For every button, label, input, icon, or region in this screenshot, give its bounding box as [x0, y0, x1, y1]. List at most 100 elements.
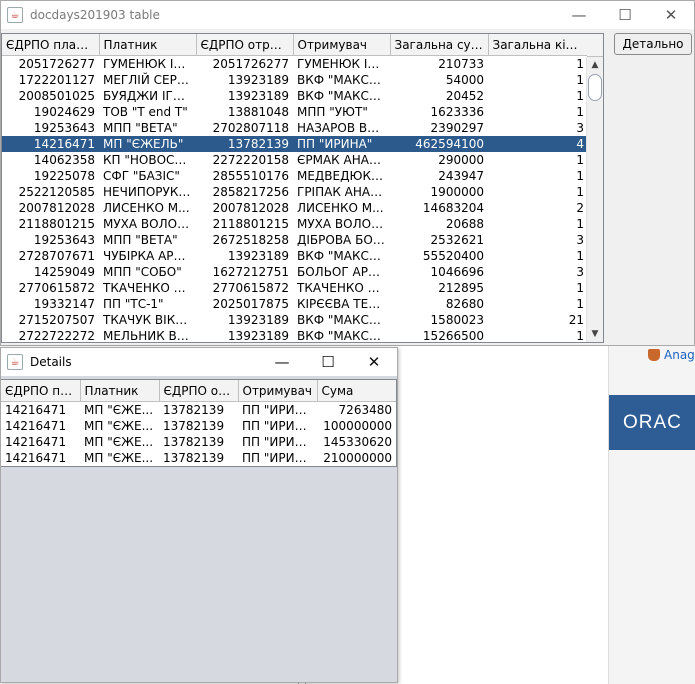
- table-cell[interactable]: 14216471: [1, 450, 80, 466]
- table-cell[interactable]: 55520400: [390, 248, 488, 264]
- table-cell[interactable]: МП "ЄЖЕ...: [80, 434, 159, 450]
- table-cell[interactable]: 3: [488, 264, 588, 280]
- table-row[interactable]: 19225078 СФГ "БАЗІС" 2855510176 МЕДВЕДЮК А.…: [2, 168, 588, 184]
- table-cell[interactable]: МПП "СОБО": [99, 264, 196, 280]
- table-cell[interactable]: 14216471: [1, 418, 80, 434]
- table-cell[interactable]: 1: [488, 56, 588, 73]
- table-cell[interactable]: 14683204: [390, 200, 488, 216]
- table-cell[interactable]: ПП "ИРИН...: [238, 434, 317, 450]
- table-cell[interactable]: 2855510176: [196, 168, 293, 184]
- main-vertical-scrollbar[interactable]: ▲ ▼: [586, 57, 603, 342]
- table-row[interactable]: 14216471 МП "ЄЖЕЛЬ" 13782139 ПП "ИРИНА" 4625…: [2, 136, 588, 152]
- table-cell[interactable]: 2532621: [390, 232, 488, 248]
- column-header[interactable]: Платник: [99, 34, 197, 56]
- table-cell[interactable]: 1580023: [390, 312, 488, 328]
- table-row[interactable]: 2715207507 ТКАЧУК ВІКТ... 13923189 ВКФ "МАК…: [2, 312, 588, 328]
- table-cell[interactable]: ВКФ "МАКС" М...: [293, 88, 390, 104]
- table-cell[interactable]: НЕЧИПОРУК ...: [99, 184, 196, 200]
- table-row[interactable]: 2770615872 ТКАЧЕНКО К... 2770615872 ТКАЧЕНК…: [2, 280, 588, 296]
- table-cell[interactable]: ЄРМАК АНАТ...: [293, 152, 390, 168]
- table-cell[interactable]: ТКАЧУК ВІКТ...: [99, 312, 196, 328]
- table-cell[interactable]: 1: [488, 328, 588, 342]
- table-row[interactable]: 14216471 МП "ЄЖЕ... 13782139 ПП "ИРИН... 210…: [1, 450, 396, 466]
- table-cell[interactable]: 2051726277: [2, 56, 99, 73]
- table-cell[interactable]: МПП "ВЕТА": [99, 120, 196, 136]
- table-cell[interactable]: НАЗАРОВ ВА...: [293, 120, 390, 136]
- table-cell[interactable]: 20688: [390, 216, 488, 232]
- table-cell[interactable]: 1623336: [390, 104, 488, 120]
- table-cell[interactable]: 2770615872: [2, 280, 99, 296]
- table-cell[interactable]: ТКАЧЕНКО К...: [99, 280, 196, 296]
- table-cell[interactable]: 1: [488, 104, 588, 120]
- column-header[interactable]: Отримувач: [238, 380, 318, 402]
- column-header[interactable]: Загальна сума: [390, 34, 489, 56]
- table-row[interactable]: 2008501025 БУЯДЖИ ІГО... 13923189 ВКФ "МАКС…: [2, 88, 588, 104]
- close-button[interactable]: ✕: [648, 1, 694, 29]
- table-cell[interactable]: 2007812028: [2, 200, 99, 216]
- table-cell[interactable]: 20452: [390, 88, 488, 104]
- table-cell[interactable]: 14259049: [2, 264, 99, 280]
- table-cell[interactable]: КП "НОВОСЕЛ": [99, 152, 196, 168]
- table-cell[interactable]: 1: [488, 88, 588, 104]
- table-cell[interactable]: ВКФ "МАКС" М...: [293, 248, 390, 264]
- table-cell[interactable]: 19225078: [2, 168, 99, 184]
- table-cell[interactable]: 14216471: [2, 136, 99, 152]
- table-cell[interactable]: МП "ЄЖЕ...: [80, 418, 159, 434]
- table-cell[interactable]: 1: [488, 280, 588, 296]
- table-cell[interactable]: 2390297: [390, 120, 488, 136]
- table-cell[interactable]: 2025017875: [196, 296, 293, 312]
- column-header[interactable]: ЄДРПО отри...: [196, 34, 294, 56]
- table-row[interactable]: 2728707671 ЧУБІРКА АРТ... 13923189 ВКФ "МАК…: [2, 248, 588, 264]
- table-cell[interactable]: 243947: [390, 168, 488, 184]
- main-titlebar[interactable]: ☕ docdays201903 table — ☐ ✕: [1, 1, 694, 29]
- table-cell[interactable]: ПП "ИРИН...: [238, 418, 317, 434]
- scrollbar-thumb[interactable]: [588, 74, 602, 101]
- table-cell[interactable]: 1627212751: [196, 264, 293, 280]
- table-cell[interactable]: БУЯДЖИ ІГО...: [99, 88, 196, 104]
- table-cell[interactable]: 21: [488, 312, 588, 328]
- table-row[interactable]: 19024629 ТОВ "T end T" 13881048 МПП "УЮТ" 16…: [2, 104, 588, 120]
- table-row[interactable]: 14216471 МП "ЄЖЕ... 13782139 ПП "ИРИН... 100…: [1, 418, 396, 434]
- table-cell[interactable]: 19024629: [2, 104, 99, 120]
- table-cell[interactable]: 14216471: [1, 434, 80, 450]
- table-cell[interactable]: МЕГЛІЙ СЕРГ...: [99, 72, 196, 88]
- table-cell[interactable]: 19332147: [2, 296, 99, 312]
- table-cell[interactable]: 1: [488, 168, 588, 184]
- table-cell[interactable]: 145330620: [317, 434, 396, 450]
- table-cell[interactable]: 2672518258: [196, 232, 293, 248]
- table-row[interactable]: 14216471 МП "ЄЖЕ... 13782139 ПП "ИРИН... 726…: [1, 402, 396, 419]
- detail-button[interactable]: Детально: [614, 33, 692, 55]
- table-cell[interactable]: 7263480: [317, 402, 396, 419]
- table-cell[interactable]: 2728707671: [2, 248, 99, 264]
- table-cell[interactable]: 2118801215: [196, 216, 293, 232]
- table-cell[interactable]: 2008501025: [2, 88, 99, 104]
- table-cell[interactable]: 19253643: [2, 232, 99, 248]
- table-cell[interactable]: 54000: [390, 72, 488, 88]
- minimize-button[interactable]: —: [556, 1, 602, 29]
- scroll-down-icon[interactable]: ▼: [587, 326, 603, 342]
- table-cell[interactable]: МП "ЄЖЕ...: [80, 402, 159, 419]
- background-link[interactable]: Anag: [648, 348, 695, 362]
- table-cell[interactable]: МЕДВЕДЮК А...: [293, 168, 390, 184]
- table-cell[interactable]: 2858217256: [196, 184, 293, 200]
- table-cell[interactable]: КІРЄЄВА ТЕТ...: [293, 296, 390, 312]
- table-cell[interactable]: 13782139: [159, 450, 238, 466]
- table-cell[interactable]: 13782139: [196, 136, 293, 152]
- table-cell[interactable]: 19253643: [2, 120, 99, 136]
- table-cell[interactable]: 462594100: [390, 136, 488, 152]
- column-header[interactable]: Платник: [80, 380, 160, 402]
- table-row[interactable]: 14062358 КП "НОВОСЕЛ" 2272220158 ЄРМАК АНАТ…: [2, 152, 588, 168]
- table-cell[interactable]: ГУМЕНЮК ІВ...: [99, 56, 196, 73]
- table-cell[interactable]: ДІБРОВА БОР...: [293, 232, 390, 248]
- table-cell[interactable]: 13923189: [196, 88, 293, 104]
- table-row[interactable]: 2051726277 ГУМЕНЮК ІВ... 2051726277 ГУМЕНЮК…: [2, 56, 588, 73]
- table-cell[interactable]: ПП "ИРИН...: [238, 450, 317, 466]
- table-cell[interactable]: 290000: [390, 152, 488, 168]
- table-cell[interactable]: 14216471: [1, 402, 80, 419]
- table-cell[interactable]: МП "ЄЖЕЛЬ": [99, 136, 196, 152]
- column-header[interactable]: Сума: [317, 380, 396, 402]
- table-cell[interactable]: ЛИСЕНКО М...: [99, 200, 196, 216]
- table-cell[interactable]: 1: [488, 184, 588, 200]
- table-cell[interactable]: 13782139: [159, 402, 238, 419]
- table-cell[interactable]: ВКФ "МАКС" М...: [293, 72, 390, 88]
